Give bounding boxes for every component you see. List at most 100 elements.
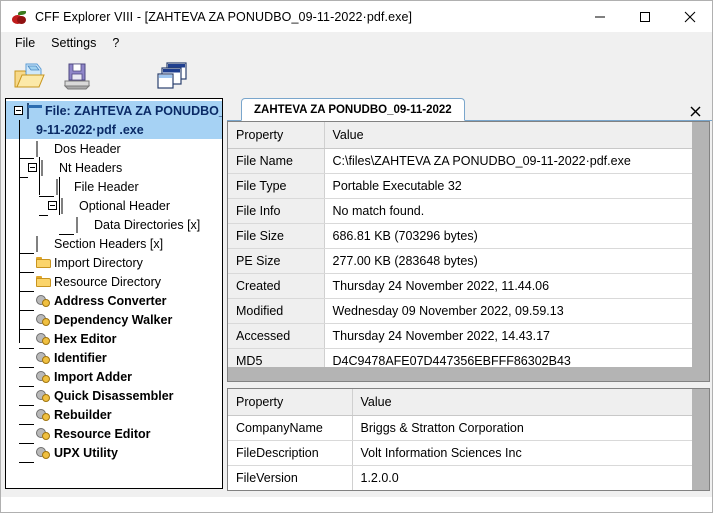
horizontal-scrollbar[interactable] xyxy=(228,367,709,381)
tree-item-import-directory[interactable]: Import Directory xyxy=(6,253,222,273)
tree-item-label: Dependency Walker xyxy=(54,312,173,327)
tree-item-label: Section Headers [x] xyxy=(54,236,164,251)
table-row[interactable]: File Size 686.81 KB (703296 bytes) xyxy=(228,223,709,249)
gear-icon xyxy=(36,313,52,327)
version-info-grid[interactable]: Property Value CompanyName Briggs & Stra… xyxy=(227,388,710,491)
tree-item-label: Data Directories [x] xyxy=(94,217,201,232)
table-row[interactable]: File Name C:\files\ZAHTEVA ZA PONUDBO_09… xyxy=(228,148,709,174)
tree-item-root[interactable]: File: ZAHTEVA ZA PONUDBO_0 xyxy=(6,101,222,120)
cascade-windows-button[interactable] xyxy=(152,57,192,95)
save-disk-icon xyxy=(63,63,91,90)
gear-icon xyxy=(36,427,52,441)
tree-panel[interactable]: File: ZAHTEVA ZA PONUDBO_0 9-11-2022·pdf… xyxy=(5,98,223,489)
table-row[interactable]: PE Size 277.00 KB (283648 bytes) xyxy=(228,248,709,274)
cell-value: Chemmy.exe xyxy=(352,491,709,492)
tab-close-button[interactable] xyxy=(687,103,703,119)
cell-property: InternalName xyxy=(228,491,352,492)
save-file-button[interactable] xyxy=(57,57,97,95)
tree-item-rebuilder[interactable]: Rebuilder xyxy=(6,405,222,425)
cell-value: 686.81 KB (703296 bytes) xyxy=(324,223,709,249)
tree-item-upx-utility[interactable]: UPX Utility xyxy=(6,443,222,463)
menu-settings[interactable]: Settings xyxy=(43,34,104,52)
cell-property: CompanyName xyxy=(228,415,353,441)
tree-item-optional-header[interactable]: Optional Header xyxy=(6,196,222,216)
cascade-windows-icon xyxy=(157,62,187,89)
tab-zahteva-za-ponudbo[interactable]: ZAHTEVA ZA PONUDBO_09-11-2022 xyxy=(241,98,465,121)
column-header-property: Property xyxy=(228,122,325,149)
cell-value: 1.2.0.0 xyxy=(352,465,709,490)
cff-explorer-window: CFF Explorer VIII - [ZAHTEVA ZA PONUDBO_… xyxy=(0,0,713,513)
tree-item-section-headers[interactable]: Section Headers [x] xyxy=(6,234,222,254)
tree-item-label: Rebuilder xyxy=(54,407,112,422)
gear-icon xyxy=(36,446,52,460)
file-properties-table: Property Value File Name C:\files\ZAHTEV… xyxy=(228,122,709,381)
tree-item-data-directories[interactable]: Data Directories [x] xyxy=(6,215,222,235)
close-button[interactable] xyxy=(667,1,712,32)
column-header-value: Value xyxy=(324,122,709,149)
file-properties-grid[interactable]: Property Value File Name C:\files\ZAHTEV… xyxy=(227,121,710,382)
cell-property: FileVersion xyxy=(228,465,353,490)
table-row[interactable]: FileDescription Volt Information Science… xyxy=(228,440,709,466)
table-row[interactable]: Created Thursday 24 November 2022, 11.44… xyxy=(228,273,709,299)
tree-item-root-line2[interactable]: 9-11-2022·pdf .exe xyxy=(6,120,222,139)
tree-item-resource-directory[interactable]: Resource Directory xyxy=(6,272,222,292)
tree-item-label: Address Converter xyxy=(54,293,167,308)
tree-item-label: UPX Utility xyxy=(54,445,118,460)
cell-property: Created xyxy=(228,273,325,299)
table-row[interactable]: FileVersion 1.2.0.0 xyxy=(228,465,709,490)
tree-item-quick-disassembler[interactable]: Quick Disassembler xyxy=(6,386,222,406)
open-file-button[interactable] xyxy=(9,57,49,95)
expander-icon[interactable] xyxy=(48,201,57,210)
body-area: File: ZAHTEVA ZA PONUDBO_0 9-11-2022·pdf… xyxy=(1,98,712,497)
maximize-button[interactable] xyxy=(622,1,667,32)
table-row[interactable]: Accessed Thursday 24 November 2022, 14.4… xyxy=(228,323,709,349)
tree-item-label: File: ZAHTEVA ZA PONUDBO_0 xyxy=(45,103,223,118)
tree-item-dos-header[interactable]: Dos Header xyxy=(6,139,222,159)
vertical-scrollbar[interactable] xyxy=(692,389,709,490)
title-bar: CFF Explorer VIII - [ZAHTEVA ZA PONUDBO_… xyxy=(1,1,712,32)
tree-item-import-adder[interactable]: Import Adder xyxy=(6,367,222,387)
expander-icon[interactable] xyxy=(14,106,23,115)
cell-value: Volt Information Sciences Inc xyxy=(352,440,709,466)
tree-item-hex-editor[interactable]: Hex Editor xyxy=(6,329,222,349)
cell-value: Wednesday 09 November 2022, 09.59.13 xyxy=(324,298,709,324)
tree-inner: File: ZAHTEVA ZA PONUDBO_0 9-11-2022·pdf… xyxy=(6,99,222,463)
tree-item-label: Dos Header xyxy=(54,141,121,156)
status-bar xyxy=(1,497,712,512)
vertical-scrollbar[interactable] xyxy=(692,122,709,381)
tree-item-identifier[interactable]: Identifier xyxy=(6,348,222,368)
version-info-table: Property Value CompanyName Briggs & Stra… xyxy=(228,389,709,492)
table-row[interactable]: InternalName Chemmy.exe xyxy=(228,491,709,492)
menu-bar: File Settings ? xyxy=(1,32,712,54)
tree-item-nt-headers[interactable]: Nt Headers xyxy=(6,158,222,178)
table-row[interactable]: CompanyName Briggs & Stratton Corporatio… xyxy=(228,415,709,441)
tree-item-label: Resource Editor xyxy=(54,426,151,441)
document-icon xyxy=(76,216,92,233)
tree-item-label: Import Directory xyxy=(54,255,143,270)
tree-item-label: Nt Headers xyxy=(59,160,123,175)
table-header-row: Property Value xyxy=(228,389,709,416)
table-row[interactable]: File Info No match found. xyxy=(228,198,709,224)
cell-value: Thursday 24 November 2022, 14.43.17 xyxy=(324,323,709,349)
document-icon xyxy=(41,159,57,176)
gear-icon xyxy=(36,294,52,308)
gear-icon xyxy=(36,370,52,384)
tree-item-resource-editor[interactable]: Resource Editor xyxy=(6,424,222,444)
table-row[interactable]: File Type Portable Executable 32 xyxy=(228,173,709,199)
tree-item-address-converter[interactable]: Address Converter xyxy=(6,291,222,311)
minimize-button[interactable] xyxy=(577,1,622,32)
tree-item-label: Quick Disassembler xyxy=(54,388,174,403)
window-controls xyxy=(577,1,712,32)
table-row[interactable]: Modified Wednesday 09 November 2022, 09.… xyxy=(228,298,709,324)
column-header-value: Value xyxy=(352,389,709,416)
menu-help[interactable]: ? xyxy=(104,34,127,52)
menu-file[interactable]: File xyxy=(7,34,43,52)
tree-item-label: Hex Editor xyxy=(54,331,117,346)
document-icon xyxy=(56,178,72,195)
gear-icon xyxy=(36,351,52,365)
tree-item-file-header[interactable]: File Header xyxy=(6,177,222,197)
gear-icon xyxy=(36,332,52,346)
document-icon xyxy=(36,235,52,252)
tree-item-dependency-walker[interactable]: Dependency Walker xyxy=(6,310,222,330)
expander-icon[interactable] xyxy=(28,163,37,172)
